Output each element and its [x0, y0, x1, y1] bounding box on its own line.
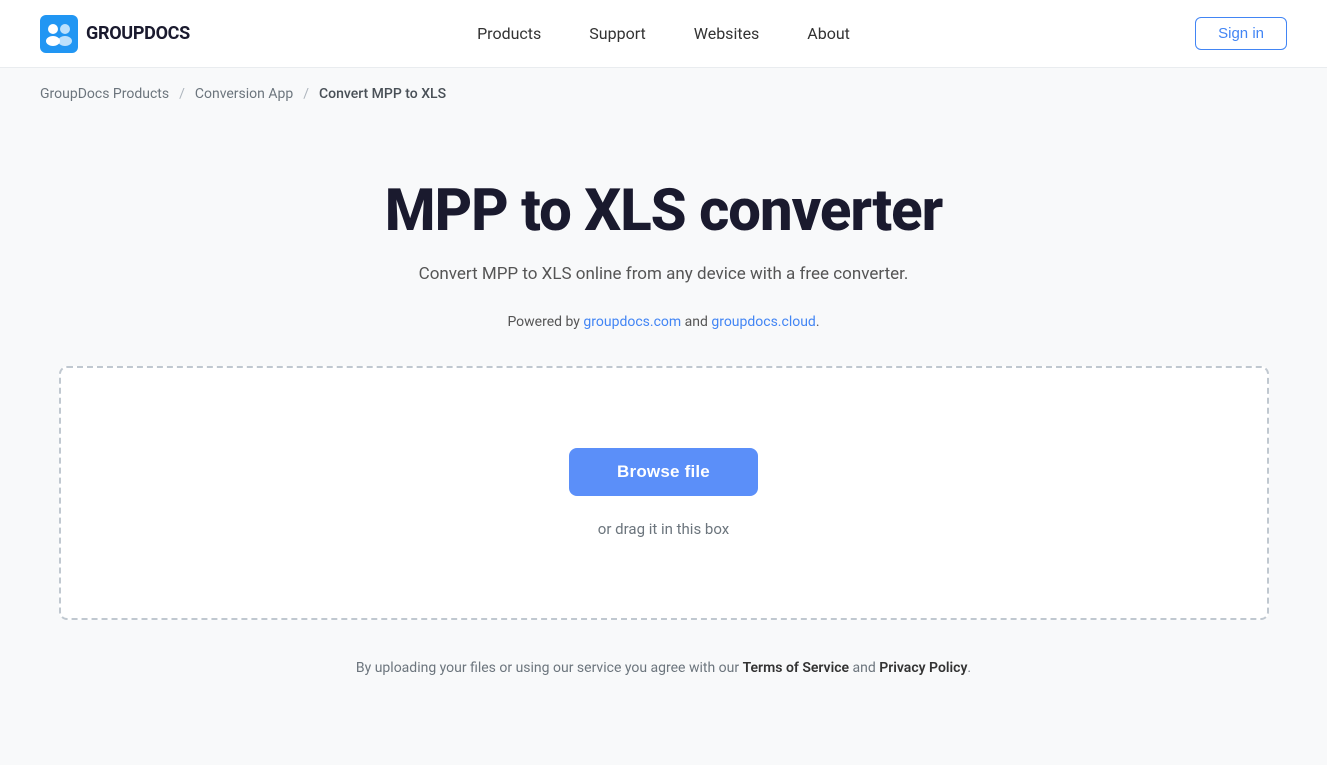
main-content: MPP to XLS converter Convert MPP to XLS …	[0, 120, 1327, 716]
drag-hint-text: or drag it in this box	[598, 520, 729, 538]
nav-about[interactable]: About	[807, 24, 850, 43]
footer-suffix: .	[967, 660, 971, 676]
footer-and: and	[849, 660, 879, 676]
groupdocs-com-link[interactable]: groupdocs.com	[583, 314, 681, 330]
breadcrumb-sep-1: /	[179, 86, 185, 102]
nav-support[interactable]: Support	[589, 24, 645, 43]
signin-button[interactable]: Sign in	[1195, 17, 1287, 50]
privacy-link[interactable]: Privacy Policy	[879, 660, 967, 676]
logo-text: GROUPDOCS	[86, 23, 190, 44]
nav-websites[interactable]: Websites	[694, 24, 760, 43]
powered-by-text: Powered by groupdocs.com and groupdocs.c…	[507, 314, 819, 330]
footer-prefix: By uploading your files or using our ser…	[356, 660, 743, 676]
nav-products[interactable]: Products	[477, 24, 541, 43]
groupdocs-cloud-link[interactable]: groupdocs.cloud	[711, 314, 816, 330]
groupdocs-logo-icon	[40, 15, 78, 53]
breadcrumb-sep-2: /	[303, 86, 309, 102]
breadcrumb-item-2[interactable]: Conversion App	[195, 86, 293, 102]
powered-prefix: Powered by	[507, 314, 583, 330]
footer-note: By uploading your files or using our ser…	[356, 660, 971, 676]
site-header: GROUPDOCS Products Support Websites Abou…	[0, 0, 1327, 68]
file-drop-zone[interactable]: Browse file or drag it in this box	[59, 366, 1269, 620]
terms-link[interactable]: Terms of Service	[743, 660, 849, 676]
breadcrumb-item-3: Convert MPP to XLS	[319, 86, 446, 102]
page-subtitle: Convert MPP to XLS online from any devic…	[419, 264, 909, 284]
breadcrumb: GroupDocs Products / Conversion App / Co…	[0, 68, 1327, 120]
powered-suffix: .	[816, 314, 820, 330]
logo-area: GROUPDOCS	[40, 15, 190, 53]
page-title: MPP to XLS converter	[385, 180, 942, 244]
browse-file-button[interactable]: Browse file	[569, 448, 758, 496]
breadcrumb-item-1[interactable]: GroupDocs Products	[40, 86, 169, 102]
main-nav: Products Support Websites About	[477, 24, 850, 43]
powered-and: and	[681, 314, 711, 330]
